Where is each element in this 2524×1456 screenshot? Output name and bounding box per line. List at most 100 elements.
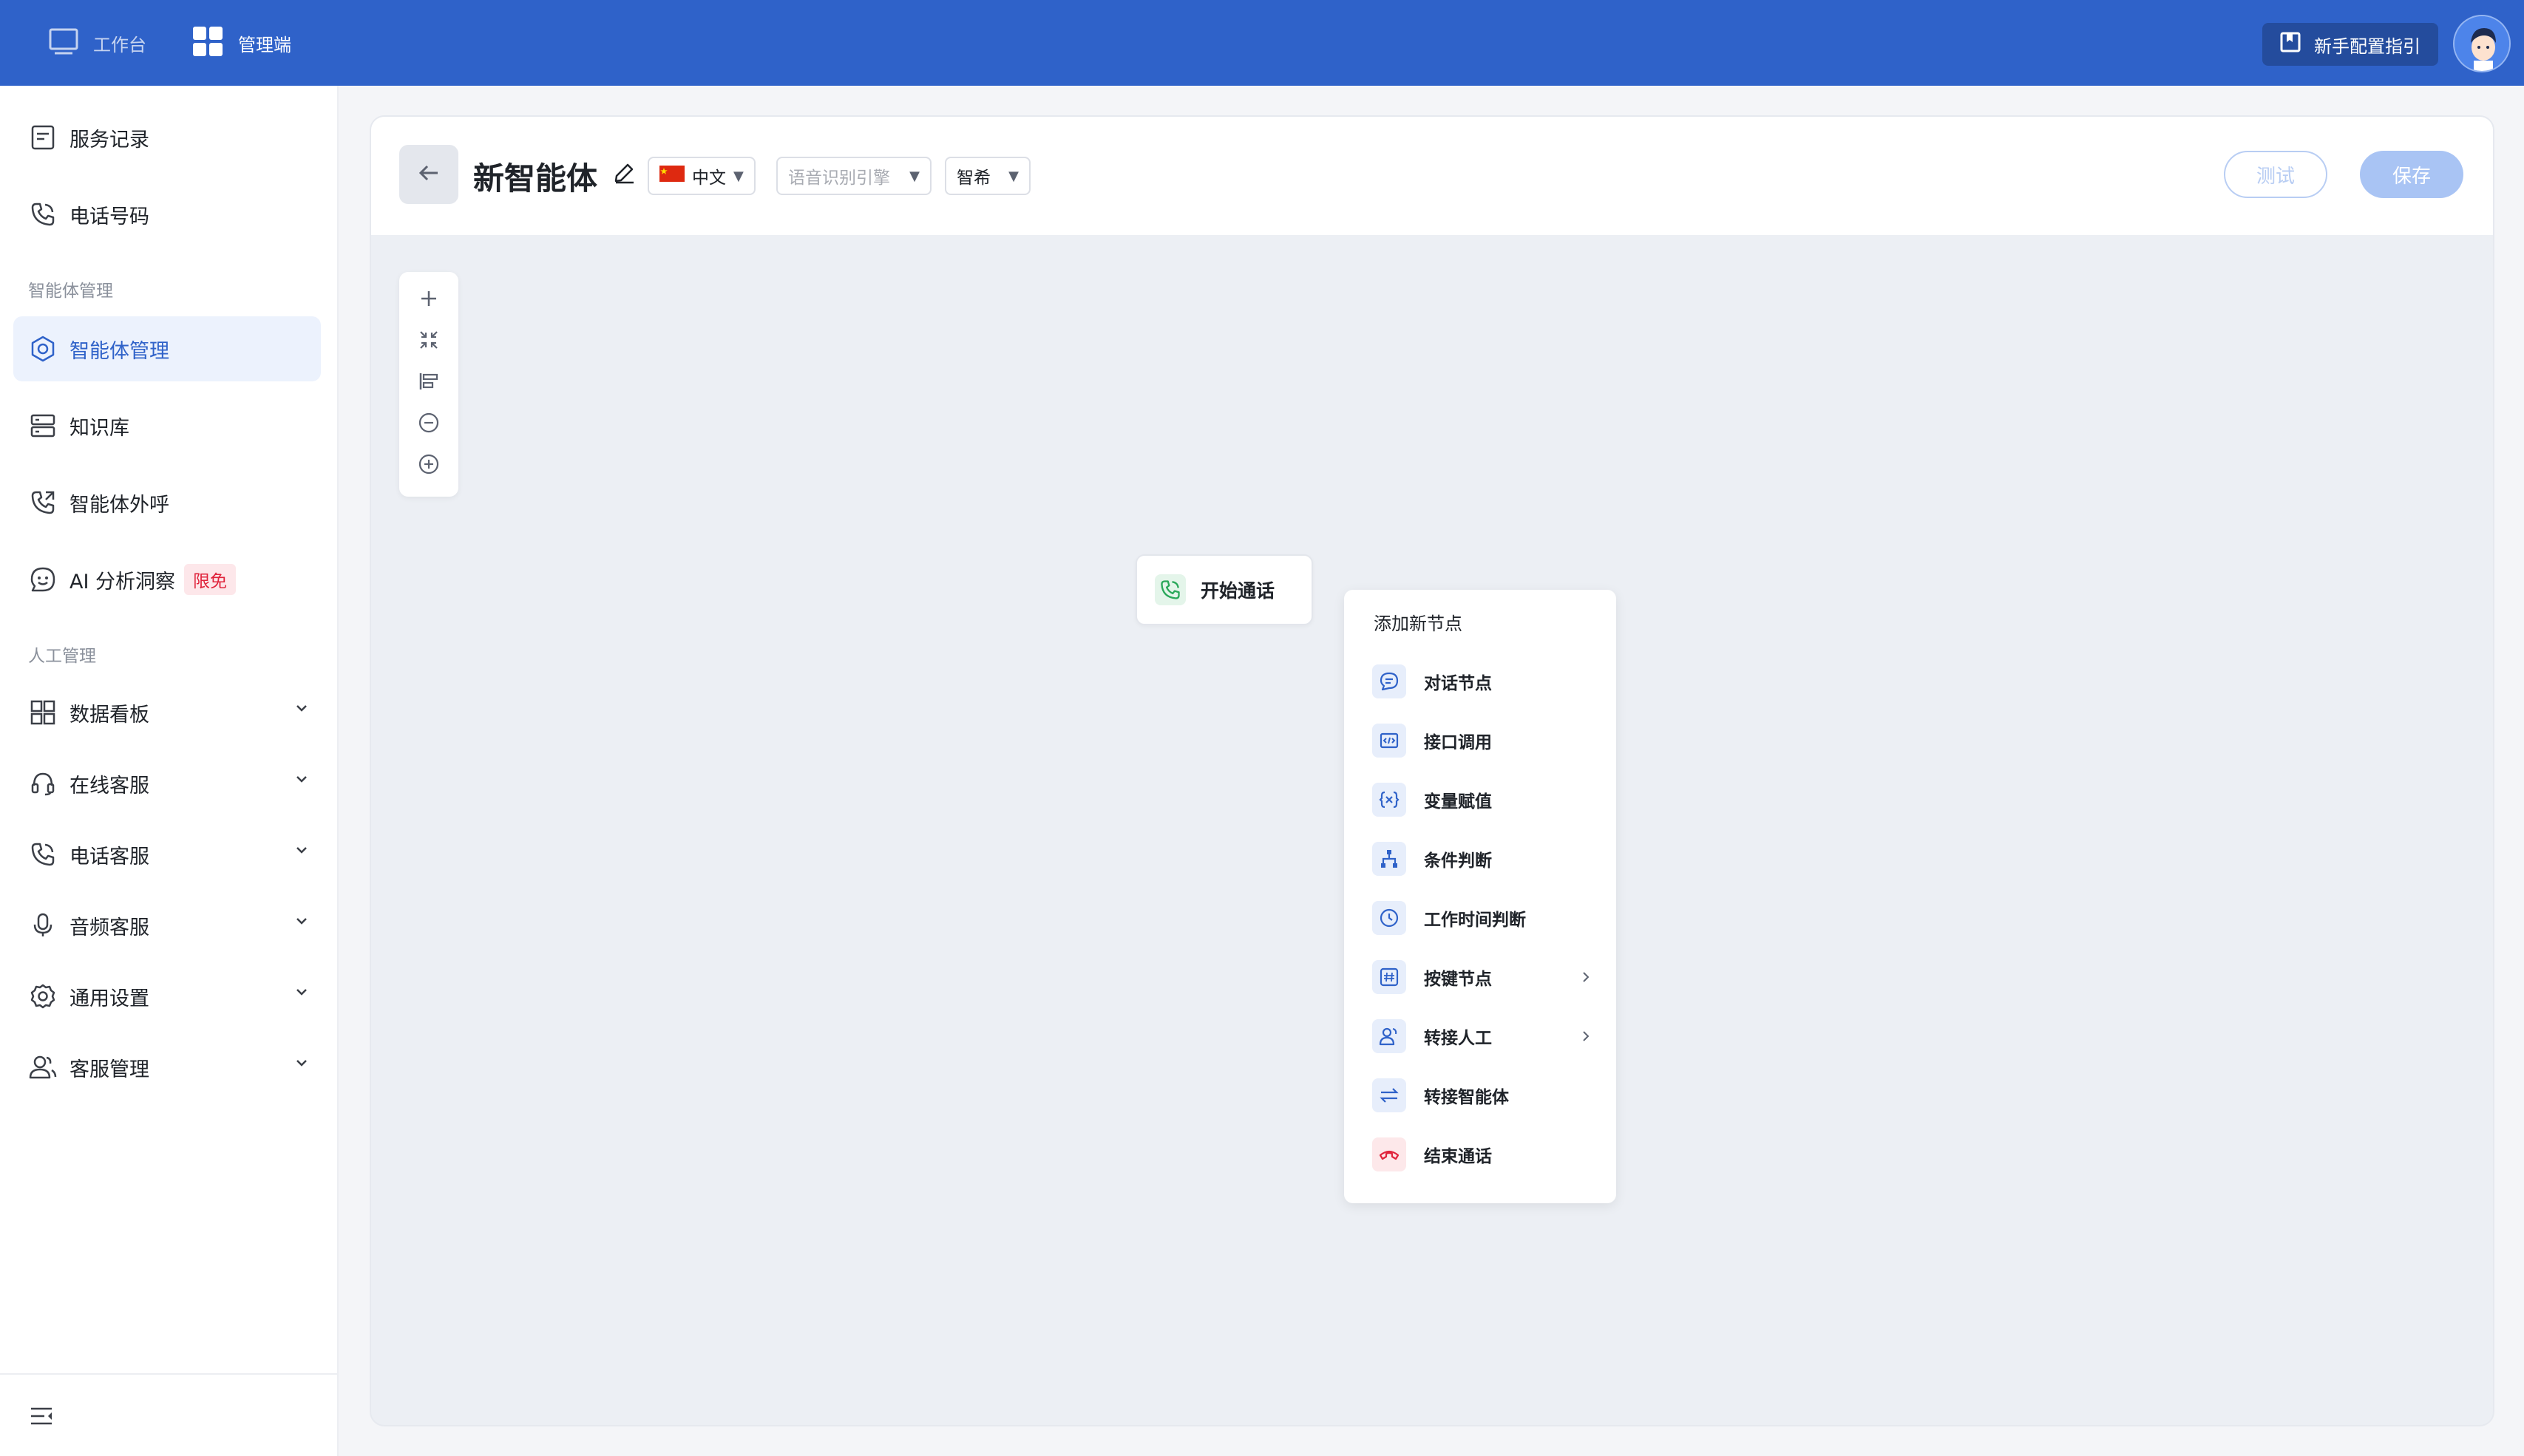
menu-item-dialog-node[interactable]: 对话节点 [1372, 661, 1594, 702]
chevron-down-icon [293, 983, 311, 1004]
language-value: 中文 [692, 169, 726, 188]
bookmark-icon [2280, 32, 2301, 57]
menu-title: 添加新节点 [1374, 613, 1462, 634]
menu-item-condition[interactable]: 条件判断 [1372, 838, 1594, 880]
sidebar-item-label: 知识库 [69, 416, 129, 440]
zoom-out-icon[interactable] [414, 408, 444, 438]
sidebar-item-online-cs[interactable]: 在线客服 [13, 751, 321, 816]
back-button[interactable] [399, 145, 458, 204]
free-badge: 限免 [184, 564, 237, 595]
menu-item-variable-assign[interactable]: 变量赋值 [1372, 779, 1594, 820]
guide-label: 新手配置指引 [2314, 35, 2420, 57]
sidebar-item-general-settings[interactable]: 通用设置 [13, 964, 321, 1029]
menu-item-api-call[interactable]: 接口调用 [1372, 720, 1594, 761]
sidebar-item-agent-mgmt[interactable]: 智能体管理 [13, 316, 321, 381]
branch-icon [1372, 842, 1406, 876]
menu-item-end-call[interactable]: 结束通话 [1372, 1134, 1594, 1175]
sidebar-item-agent-outbound[interactable]: 智能体外呼 [13, 470, 321, 535]
phone-outgoing-icon [28, 488, 58, 517]
gear-icon [28, 982, 58, 1011]
sidebar-footer [0, 1373, 337, 1456]
user-group-icon [28, 1052, 58, 1082]
chevron-down-icon [293, 770, 311, 791]
sidebar-item-phone-cs[interactable]: 电话客服 [13, 822, 321, 887]
save-button[interactable]: 保存 [2360, 151, 2463, 198]
guide-button[interactable]: 新手配置指引 [2262, 23, 2438, 66]
agent-title: 新智能体 [473, 160, 598, 197]
top-bar: 工作台 管理端 新手配置指引 [0, 0, 2524, 86]
dashboard-icon [28, 698, 58, 727]
sidebar-item-label: 客服管理 [69, 1058, 149, 1081]
sidebar-item-label: 电话客服 [69, 845, 149, 868]
sidebar-item-label: 智能体外呼 [69, 493, 169, 517]
menu-item-label: 接口调用 [1424, 733, 1492, 752]
group-label-agent: 智能体管理 [28, 282, 113, 301]
sidebar-item-ai-insight[interactable]: AI 分析洞察 限免 [13, 547, 321, 612]
person-transfer-icon [1372, 1019, 1406, 1053]
document-icon [28, 123, 58, 152]
chevron-right-icon [1578, 968, 1594, 989]
sidebar-item-label: 服务记录 [69, 128, 149, 152]
menu-item-transfer-agent[interactable]: 转接智能体 [1372, 1075, 1594, 1116]
admin-tab[interactable]: 管理端 [192, 0, 291, 86]
asr-engine-select[interactable]: 语音识别引擎 ▼ [776, 157, 932, 195]
plus-icon[interactable] [414, 284, 444, 313]
menu-item-label: 按键节点 [1424, 970, 1492, 989]
sidebar-item-audio-cs[interactable]: 音频客服 [13, 893, 321, 958]
china-flag-icon [659, 166, 685, 186]
menu-item-work-time[interactable]: 工作时间判断 [1372, 897, 1594, 939]
language-select[interactable]: 中文 ▼ [648, 157, 756, 195]
phone-icon [28, 840, 58, 869]
variable-icon [1372, 783, 1406, 817]
menu-item-label: 转接智能体 [1424, 1088, 1509, 1107]
zoom-in-icon[interactable] [414, 449, 444, 479]
user-avatar[interactable] [2453, 15, 2511, 72]
menu-item-keypress[interactable]: 按键节点 [1372, 956, 1594, 998]
workbench-tab[interactable]: 工作台 [49, 0, 146, 86]
sidebar-item-dashboard[interactable]: 数据看板 [13, 680, 321, 745]
chevron-down-icon [293, 912, 311, 933]
swap-icon [1372, 1078, 1406, 1112]
voice-select[interactable]: 智希 ▼ [945, 157, 1031, 195]
admin-label: 管理端 [238, 34, 291, 55]
sidebar-nav: 服务记录 电话号码 智能体管理 智能体管理 知识库 智能体外呼 AI 分析洞察 … [0, 86, 339, 1456]
collapse-sidebar-icon[interactable] [30, 1404, 53, 1431]
menu-item-label: 条件判断 [1424, 851, 1492, 871]
menu-item-label: 对话节点 [1424, 674, 1492, 693]
arrow-left-icon [418, 162, 440, 187]
phone-call-icon [1155, 574, 1186, 605]
sidebar-item-label: 在线客服 [69, 774, 149, 797]
sidebar-item-label: 智能体管理 [69, 339, 169, 363]
hash-key-icon [1372, 960, 1406, 994]
caret-down-icon: ▼ [909, 168, 920, 184]
sidebar-item-label: 数据看板 [69, 703, 149, 727]
sidebar-item-label: 通用设置 [69, 987, 149, 1010]
sidebar-item-label: 音频客服 [69, 916, 149, 939]
start-node-label: 开始通话 [1201, 580, 1275, 602]
test-button[interactable]: 测试 [2224, 151, 2327, 198]
pencil-icon[interactable] [612, 161, 636, 188]
microphone-icon [28, 911, 58, 940]
add-node-menu: 添加新节点 对话节点 接口调用 变量赋值 条件判断 工作时间判断 按键节点 转接… [1344, 590, 1616, 1203]
canvas-toolbar [399, 272, 458, 497]
sidebar-item-knowledge[interactable]: 知识库 [13, 393, 321, 458]
start-call-node[interactable]: 开始通话 [1136, 554, 1313, 625]
menu-item-label: 结束通话 [1424, 1147, 1492, 1166]
menu-item-transfer-human[interactable]: 转接人工 [1372, 1016, 1594, 1057]
caret-down-icon: ▼ [733, 168, 744, 184]
chevron-down-icon [293, 1054, 311, 1075]
align-left-icon[interactable] [414, 367, 444, 396]
sidebar-item-phone-numbers[interactable]: 电话号码 [13, 182, 321, 247]
api-icon [1372, 724, 1406, 758]
sidebar-item-service-records[interactable]: 服务记录 [13, 105, 321, 170]
monitor-icon [49, 28, 78, 58]
caret-down-icon: ▼ [1008, 168, 1019, 184]
voice-value: 智希 [957, 169, 991, 188]
chevron-down-icon [293, 841, 311, 862]
editor-header: 新智能体 中文 ▼ 语音识别引擎 ▼ 智希 ▼ 测试 保存 [371, 117, 2493, 235]
chat-bubble-icon [1372, 664, 1406, 698]
group-label-human: 人工管理 [28, 647, 96, 666]
fit-view-icon[interactable] [414, 325, 444, 355]
sidebar-item-cs-mgmt[interactable]: 客服管理 [13, 1035, 321, 1100]
asr-placeholder: 语音识别引擎 [788, 169, 890, 188]
